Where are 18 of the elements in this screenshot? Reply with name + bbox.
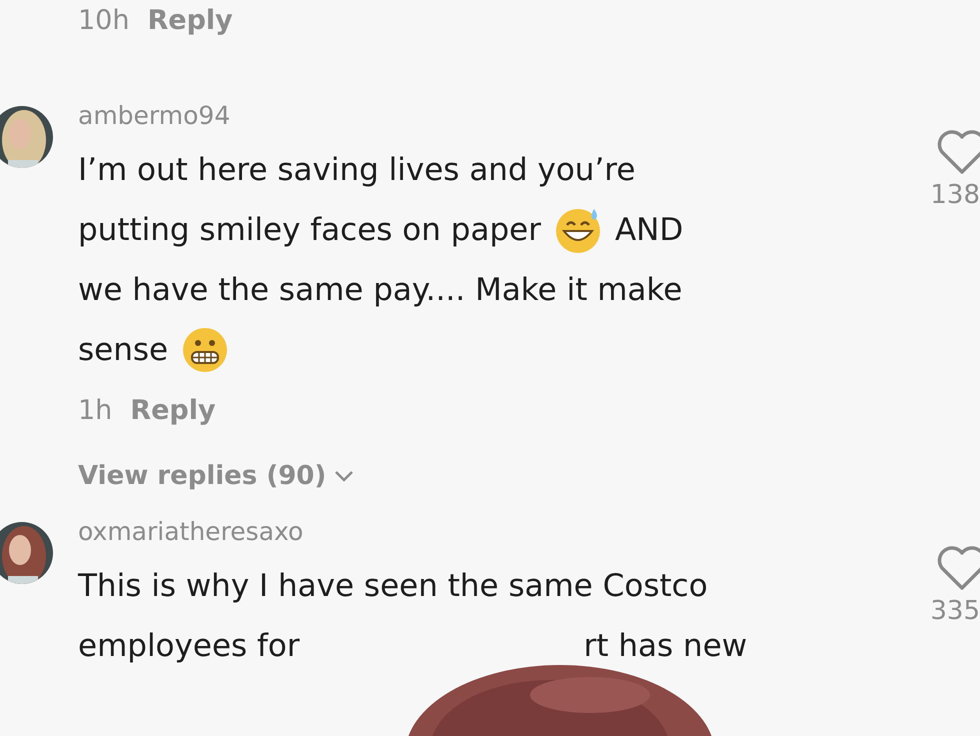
like-count: 335: [930, 596, 980, 626]
comment-text: employees for: [78, 628, 300, 664]
comment-text: This is why I have seen the same Costco: [78, 568, 708, 604]
reply-link[interactable]: Reply: [130, 394, 216, 426]
reply-link[interactable]: Reply: [147, 4, 233, 36]
heart-icon[interactable]: [936, 130, 980, 176]
comment-time: 1h: [78, 394, 112, 426]
comment-text: sense: [78, 332, 168, 368]
comment-text: rt has new: [584, 628, 748, 664]
chevron-down-icon: [334, 470, 354, 482]
comment-text: I’m out here saving lives and you’re: [78, 152, 636, 188]
comment-text: putting smiley faces on paper: [78, 212, 541, 248]
comment-text: we have the same pay.... Make it make: [78, 272, 682, 308]
comment-text: AND: [614, 212, 684, 248]
like-count: 138: [930, 180, 980, 210]
comment-time: 10h: [78, 4, 130, 36]
heart-icon[interactable]: [936, 546, 980, 592]
username[interactable]: ambermo94: [78, 90, 860, 140]
